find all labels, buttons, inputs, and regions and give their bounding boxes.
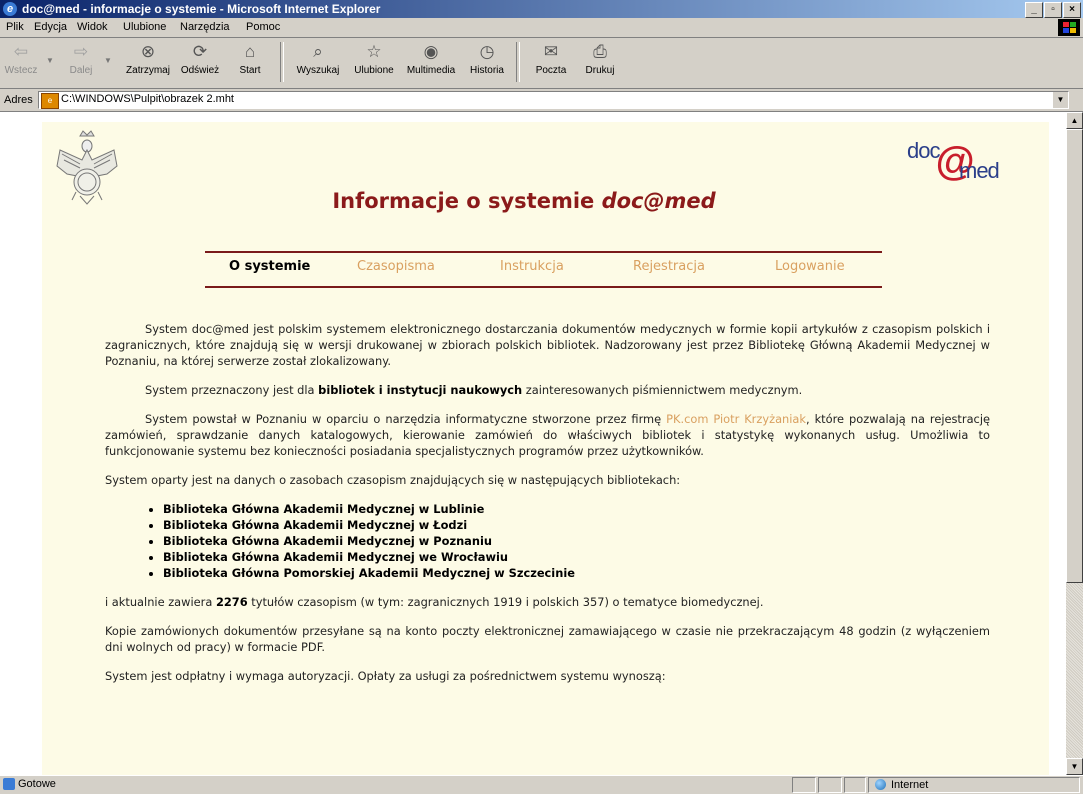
address-label: Adres xyxy=(4,94,33,106)
nav-top-rule xyxy=(205,251,882,253)
status-text: Gotowe xyxy=(18,778,56,790)
address-value: C:\WINDOWS\Pulpit\obrazek 2.mht xyxy=(61,93,234,105)
nav-czasopisma[interactable]: Czasopisma xyxy=(357,259,435,274)
mht-file-icon: e xyxy=(41,93,59,109)
paragraph-libraries-intro: System oparty jest na danych o zasobach … xyxy=(105,473,681,487)
forward-arrow-icon: ⇨ xyxy=(73,42,89,61)
search-button[interactable]: ⌕ Wyszukaj xyxy=(292,40,344,86)
address-input[interactable]: e C:\WINDOWS\Pulpit\obrazek 2.mht ▼ xyxy=(38,91,1069,109)
site-nav: O systemie Czasopisma Instrukcja Rejestr… xyxy=(205,259,882,279)
menu-plik[interactable]: Plik xyxy=(6,21,24,33)
back-dropdown-icon[interactable]: ▼ xyxy=(46,56,54,65)
library-list: Biblioteka Główna Akademii Medycznej w L… xyxy=(105,501,990,581)
refresh-button[interactable]: ⟳ Odśwież xyxy=(176,40,224,86)
print-button[interactable]: ⎙ Drukuj xyxy=(580,40,620,86)
scroll-down-icon[interactable]: ▼ xyxy=(1066,758,1083,775)
toolbar-separator xyxy=(280,42,284,82)
maximize-button[interactable]: ▫ xyxy=(1044,2,1062,18)
nav-o-systemie[interactable]: O systemie xyxy=(229,259,310,274)
minimize-button[interactable]: _ xyxy=(1025,2,1043,18)
toolbar-separator xyxy=(516,42,520,82)
back-button[interactable]: ⇦ Wstecz xyxy=(2,40,40,86)
vertical-scrollbar[interactable]: ▲ ▼ xyxy=(1066,112,1083,775)
menu-ulubione[interactable]: Ulubione xyxy=(123,21,166,33)
pkcom-link[interactable]: PK.com Piotr Krzyżaniak xyxy=(666,412,806,426)
title-bar: e doc@med - informacje o systemie - Micr… xyxy=(0,0,1083,18)
globe-icon xyxy=(875,779,886,790)
mail-button[interactable]: ✉ Poczta xyxy=(528,40,574,86)
nav-rejestracja[interactable]: Rejestracja xyxy=(633,259,705,274)
favorites-button[interactable]: ☆ Ulubione xyxy=(350,40,398,86)
list-item: Biblioteka Główna Akademii Medycznej w L… xyxy=(163,501,990,517)
favorites-folder-icon: ☆ xyxy=(366,42,382,61)
media-button[interactable]: ◉ Multimedia xyxy=(402,40,460,86)
menu-edycja[interactable]: Edycja xyxy=(34,21,67,33)
docmed-logo: doc @ med xyxy=(907,138,1000,184)
home-button[interactable]: ⌂ Start xyxy=(230,40,270,86)
menu-pomoc[interactable]: Pomoc xyxy=(246,21,280,33)
paragraph-origin: System powstał w Poznaniu w oparciu o na… xyxy=(105,412,990,458)
home-icon: ⌂ xyxy=(244,42,256,61)
stop-button[interactable]: ⊗ Zatrzymaj xyxy=(122,40,174,86)
toolbar: ⇦ Wstecz ▼ ⇨ Dalej ▼ ⊗ Zatrzymaj ⟳ Odśwież ⌂… xyxy=(0,38,1083,89)
status-panel xyxy=(792,777,816,793)
list-item: Biblioteka Główna Akademii Medycznej we … xyxy=(163,549,990,565)
close-button[interactable]: × xyxy=(1063,2,1081,18)
page-title: Informacje o systemie doc@med xyxy=(332,189,716,213)
paragraph-audience: System przeznaczony jest dla bibliotek i… xyxy=(145,383,803,397)
mail-icon: ✉ xyxy=(543,42,559,61)
menu-widok[interactable]: Widok xyxy=(77,21,108,33)
status-panel xyxy=(818,777,842,793)
history-icon: ◷ xyxy=(479,42,495,61)
forward-dropdown-icon[interactable]: ▼ xyxy=(104,56,112,65)
page-viewport: doc @ med Informacje o systemie doc@med … xyxy=(0,112,1066,775)
article-body: System doc@med jest polskim systemem ele… xyxy=(105,321,990,697)
address-dropdown-icon[interactable]: ▼ xyxy=(1052,92,1068,108)
security-zone: Internet xyxy=(868,777,1080,793)
menu-narzedzia[interactable]: Narzędzia xyxy=(180,21,230,33)
history-button[interactable]: ◷ Historia xyxy=(464,40,510,86)
stop-icon: ⊗ xyxy=(140,42,156,61)
media-icon: ◉ xyxy=(423,42,439,61)
paragraph-intro: System doc@med jest polskim systemem ele… xyxy=(105,322,990,368)
paragraph-journal-count: i aktualnie zawiera 2276 tytułów czasopi… xyxy=(105,595,764,609)
eagle-crest-logo xyxy=(52,130,122,208)
status-bar: Gotowe Internet xyxy=(0,775,1083,794)
ie-icon: e xyxy=(3,2,17,16)
nav-logowanie[interactable]: Logowanie xyxy=(775,259,845,274)
refresh-icon: ⟳ xyxy=(192,42,208,61)
windows-logo xyxy=(1058,19,1080,36)
status-panel xyxy=(844,777,866,793)
window-title: doc@med - informacje o systemie - Micros… xyxy=(22,2,381,16)
list-item: Biblioteka Główna Pomorskiej Akademii Me… xyxy=(163,565,990,581)
scroll-thumb[interactable] xyxy=(1066,129,1083,583)
scroll-up-icon[interactable]: ▲ xyxy=(1066,112,1083,129)
nav-bottom-rule xyxy=(205,286,882,288)
paragraph-delivery: Kopie zamówionych dokumentów przesyłane … xyxy=(105,624,990,654)
address-bar: Adres e C:\WINDOWS\Pulpit\obrazek 2.mht … xyxy=(0,89,1083,112)
forward-button[interactable]: ⇨ Dalej xyxy=(62,40,100,86)
printer-icon: ⎙ xyxy=(593,42,607,61)
back-arrow-icon: ⇦ xyxy=(13,42,29,61)
page-status-icon xyxy=(3,778,15,790)
menu-bar: Plik Edycja Widok Ulubione Narzędzia Pom… xyxy=(0,18,1083,38)
paragraph-fees: System jest odpłatny i wymaga autoryzacj… xyxy=(105,669,666,683)
list-item: Biblioteka Główna Akademii Medycznej w Ł… xyxy=(163,517,990,533)
list-item: Biblioteka Główna Akademii Medycznej w P… xyxy=(163,533,990,549)
nav-instrukcja[interactable]: Instrukcja xyxy=(500,259,564,274)
page-content: doc @ med Informacje o systemie doc@med … xyxy=(42,122,1049,775)
search-icon: ⌕ xyxy=(313,42,323,61)
